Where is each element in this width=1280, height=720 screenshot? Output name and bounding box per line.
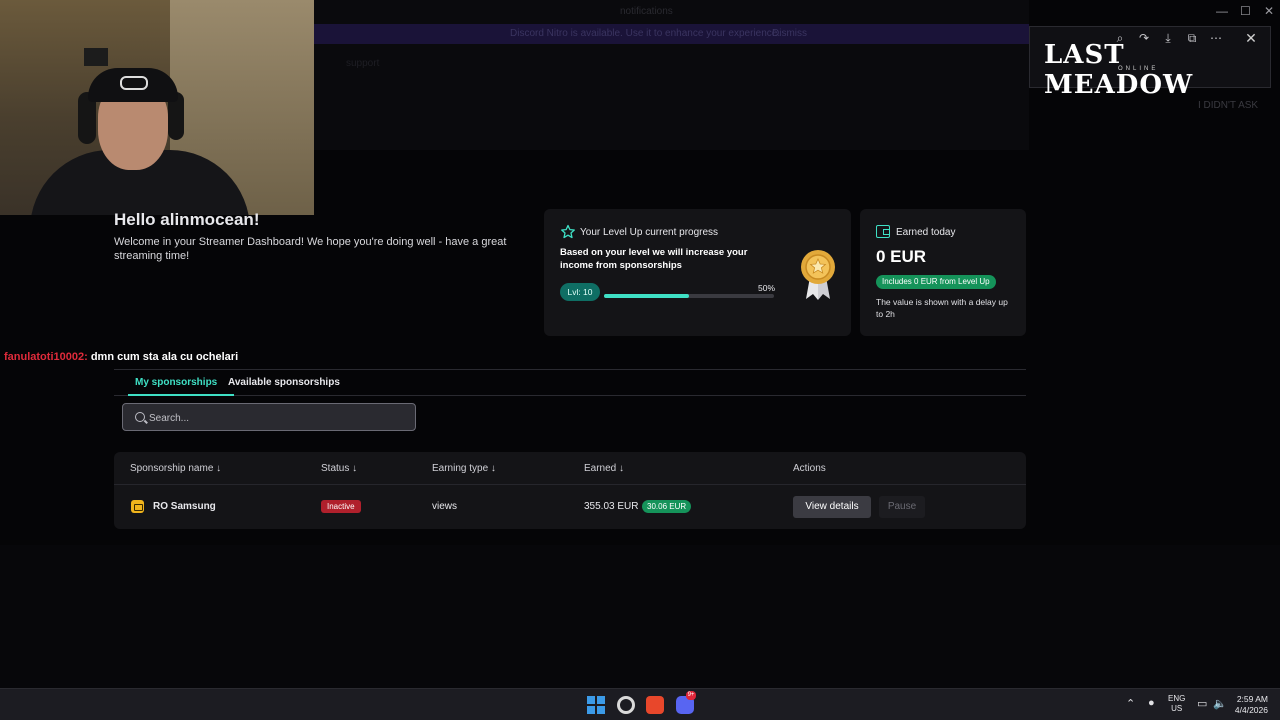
language-indicator[interactable]: ENG US xyxy=(1168,694,1185,714)
side-text: I DIDN'T ASK xyxy=(1198,100,1259,111)
column-header-name[interactable]: Sponsorship name ↓ xyxy=(130,463,221,474)
background-window-lower xyxy=(0,545,1280,688)
search-box xyxy=(122,403,416,431)
sponsorship-name: RO Samsung xyxy=(153,501,216,512)
status-badge: Inactive xyxy=(321,500,361,513)
chat-message: fanulatoti10002: dmn cum sta ala cu oche… xyxy=(4,351,238,363)
popout-icon[interactable]: ⧉ xyxy=(1184,30,1200,46)
table-header-divider xyxy=(114,484,1026,485)
background-banner-text: Discord Nitro is available. Use it to en… xyxy=(510,28,781,39)
levelup-progress-fill xyxy=(604,294,689,298)
microphone-icon[interactable]: ● xyxy=(1148,697,1155,709)
search-icon xyxy=(135,412,145,422)
clock-time: 2:59 AM xyxy=(1236,694,1268,704)
tab-available-sponsorships[interactable]: Available sponsorships xyxy=(228,377,340,388)
medal-icon xyxy=(801,250,835,300)
window-close-icon[interactable]: ✕ xyxy=(1264,4,1274,18)
star-icon xyxy=(561,224,575,239)
column-header-earned[interactable]: Earned ↓ xyxy=(584,463,624,474)
levelup-included-badge: Includes 0 EUR from Level Up xyxy=(876,275,996,289)
wallet-icon xyxy=(876,225,890,238)
minimize-icon[interactable]: — xyxy=(1216,4,1228,18)
earned-increase-badge: 30.06 EUR xyxy=(642,500,692,513)
webcam-feed xyxy=(0,0,314,215)
language-code: ENG xyxy=(1168,694,1186,703)
keyboard-region: US xyxy=(1171,704,1183,713)
background-window-title: notifications xyxy=(620,6,673,17)
clock-date: 4/4/2026 xyxy=(1234,705,1268,715)
maximize-icon[interactable]: ☐ xyxy=(1240,4,1251,18)
discord-notification-badge: 9+ xyxy=(686,691,696,700)
view-details-button[interactable]: View details xyxy=(793,496,871,518)
network-icon[interactable]: ▭ xyxy=(1197,697,1207,710)
sponsor-logo-icon xyxy=(131,500,144,513)
redo-icon[interactable]: ↷ xyxy=(1136,30,1152,46)
earned-today-amount: 0 EUR xyxy=(876,247,927,266)
background-window xyxy=(314,0,1029,150)
taskbar: 9+ ⌃ ● ENG US ▭ 🔈 2:59 AM 4/4/2026 xyxy=(0,688,1280,720)
earned-today-card: Earned today 0 EUR Includes 0 EUR from L… xyxy=(860,209,1026,336)
active-tab-indicator xyxy=(128,394,234,396)
volume-icon[interactable]: 🔈 xyxy=(1213,697,1227,710)
earning-type: views xyxy=(432,501,458,512)
tray-chevron-icon[interactable]: ⌃ xyxy=(1126,697,1135,710)
column-header-status[interactable]: Status ↓ xyxy=(321,463,357,474)
clock[interactable]: 2:59 AM 4/4/2026 xyxy=(1232,694,1268,716)
levelup-description: Based on your level we will increase you… xyxy=(560,247,748,271)
close-icon[interactable]: ✕ xyxy=(1240,28,1262,48)
earned-today-title: Earned today xyxy=(896,227,956,238)
brave-icon[interactable] xyxy=(646,696,664,714)
column-header-earning-type[interactable]: Earning type ↓ xyxy=(432,463,496,474)
sponsorships-table: Sponsorship name ↓ Status ↓ Earning type… xyxy=(114,452,1026,529)
download-icon[interactable]: ⤓ xyxy=(1160,30,1176,46)
sponsorship-tabs: My sponsorships Available sponsorships xyxy=(114,369,1026,396)
more-icon[interactable]: ⋯ xyxy=(1208,30,1224,46)
levelup-progress-bar xyxy=(604,294,774,298)
windows-start-icon[interactable] xyxy=(587,696,605,714)
search-input[interactable] xyxy=(149,409,399,427)
chat-username: fanulatoti10002: xyxy=(4,351,88,363)
background-banner-button[interactable]: Dismiss xyxy=(772,28,807,39)
level-badge: Lvl: 10 xyxy=(560,283,600,301)
background-channel-name: support xyxy=(346,58,380,69)
game-logo-sub: ONLINE xyxy=(1118,66,1159,72)
progress-percent: 50% xyxy=(758,283,776,293)
page-title: Hello alinmocean! xyxy=(114,210,260,229)
tab-my-sponsorships[interactable]: My sponsorships xyxy=(135,377,217,388)
earned-amount: 355.03 EUR xyxy=(584,501,639,512)
pause-button[interactable]: Pause xyxy=(879,496,925,518)
earned-today-note: The value is shown with a delay up to 2h xyxy=(876,297,1008,319)
levelup-card: Your Level Up current progress Based on … xyxy=(544,209,851,336)
levelup-title: Your Level Up current progress xyxy=(580,227,719,238)
game-logo: LAST MEADOW xyxy=(1044,40,1194,100)
column-header-actions: Actions xyxy=(793,463,826,474)
browser-icon[interactable] xyxy=(617,696,635,714)
zoom-icon[interactable]: ⌕ xyxy=(1112,30,1128,46)
welcome-text: Welcome in your Streamer Dashboard! We h… xyxy=(114,236,507,262)
chat-text: dmn cum sta ala cu ochelari xyxy=(90,351,239,363)
